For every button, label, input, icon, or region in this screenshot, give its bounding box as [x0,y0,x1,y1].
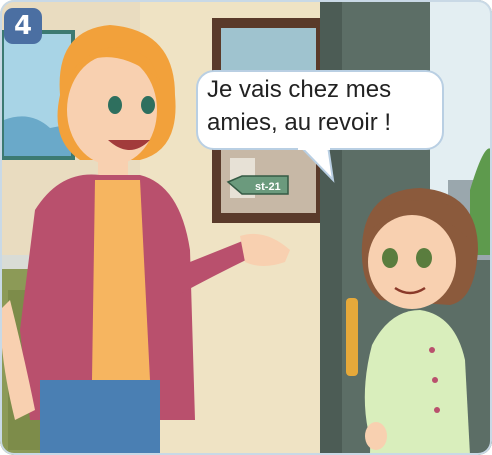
door-handle[interactable] [346,298,358,376]
panel-number-badge: 4 [4,8,42,44]
scene-illustration: st-21 [0,0,492,455]
girl-eye [382,248,398,268]
woman-eye [141,96,155,114]
pajama-button [434,407,440,413]
door-edge [320,0,342,455]
speech-line-1: Je vais chez mes [207,76,392,103]
woman-eye [108,96,122,114]
street-sign-text: st-21 [255,181,281,193]
girl-hand [365,422,387,450]
woman-jeans [40,380,160,455]
girl-face [368,215,456,309]
pajama-button [432,377,438,383]
girl-eye [416,248,432,268]
woman-top [92,180,150,380]
comic-panel: st-21 Je vais chez mes amies, au revoir … [0,0,492,455]
speech-text: Je vais chez mes amies, au revoir ! [207,73,447,139]
speech-line-2: amies, au revoir ! [207,109,392,136]
pajama-button [429,347,435,353]
speech-bubble-tail [298,146,335,183]
